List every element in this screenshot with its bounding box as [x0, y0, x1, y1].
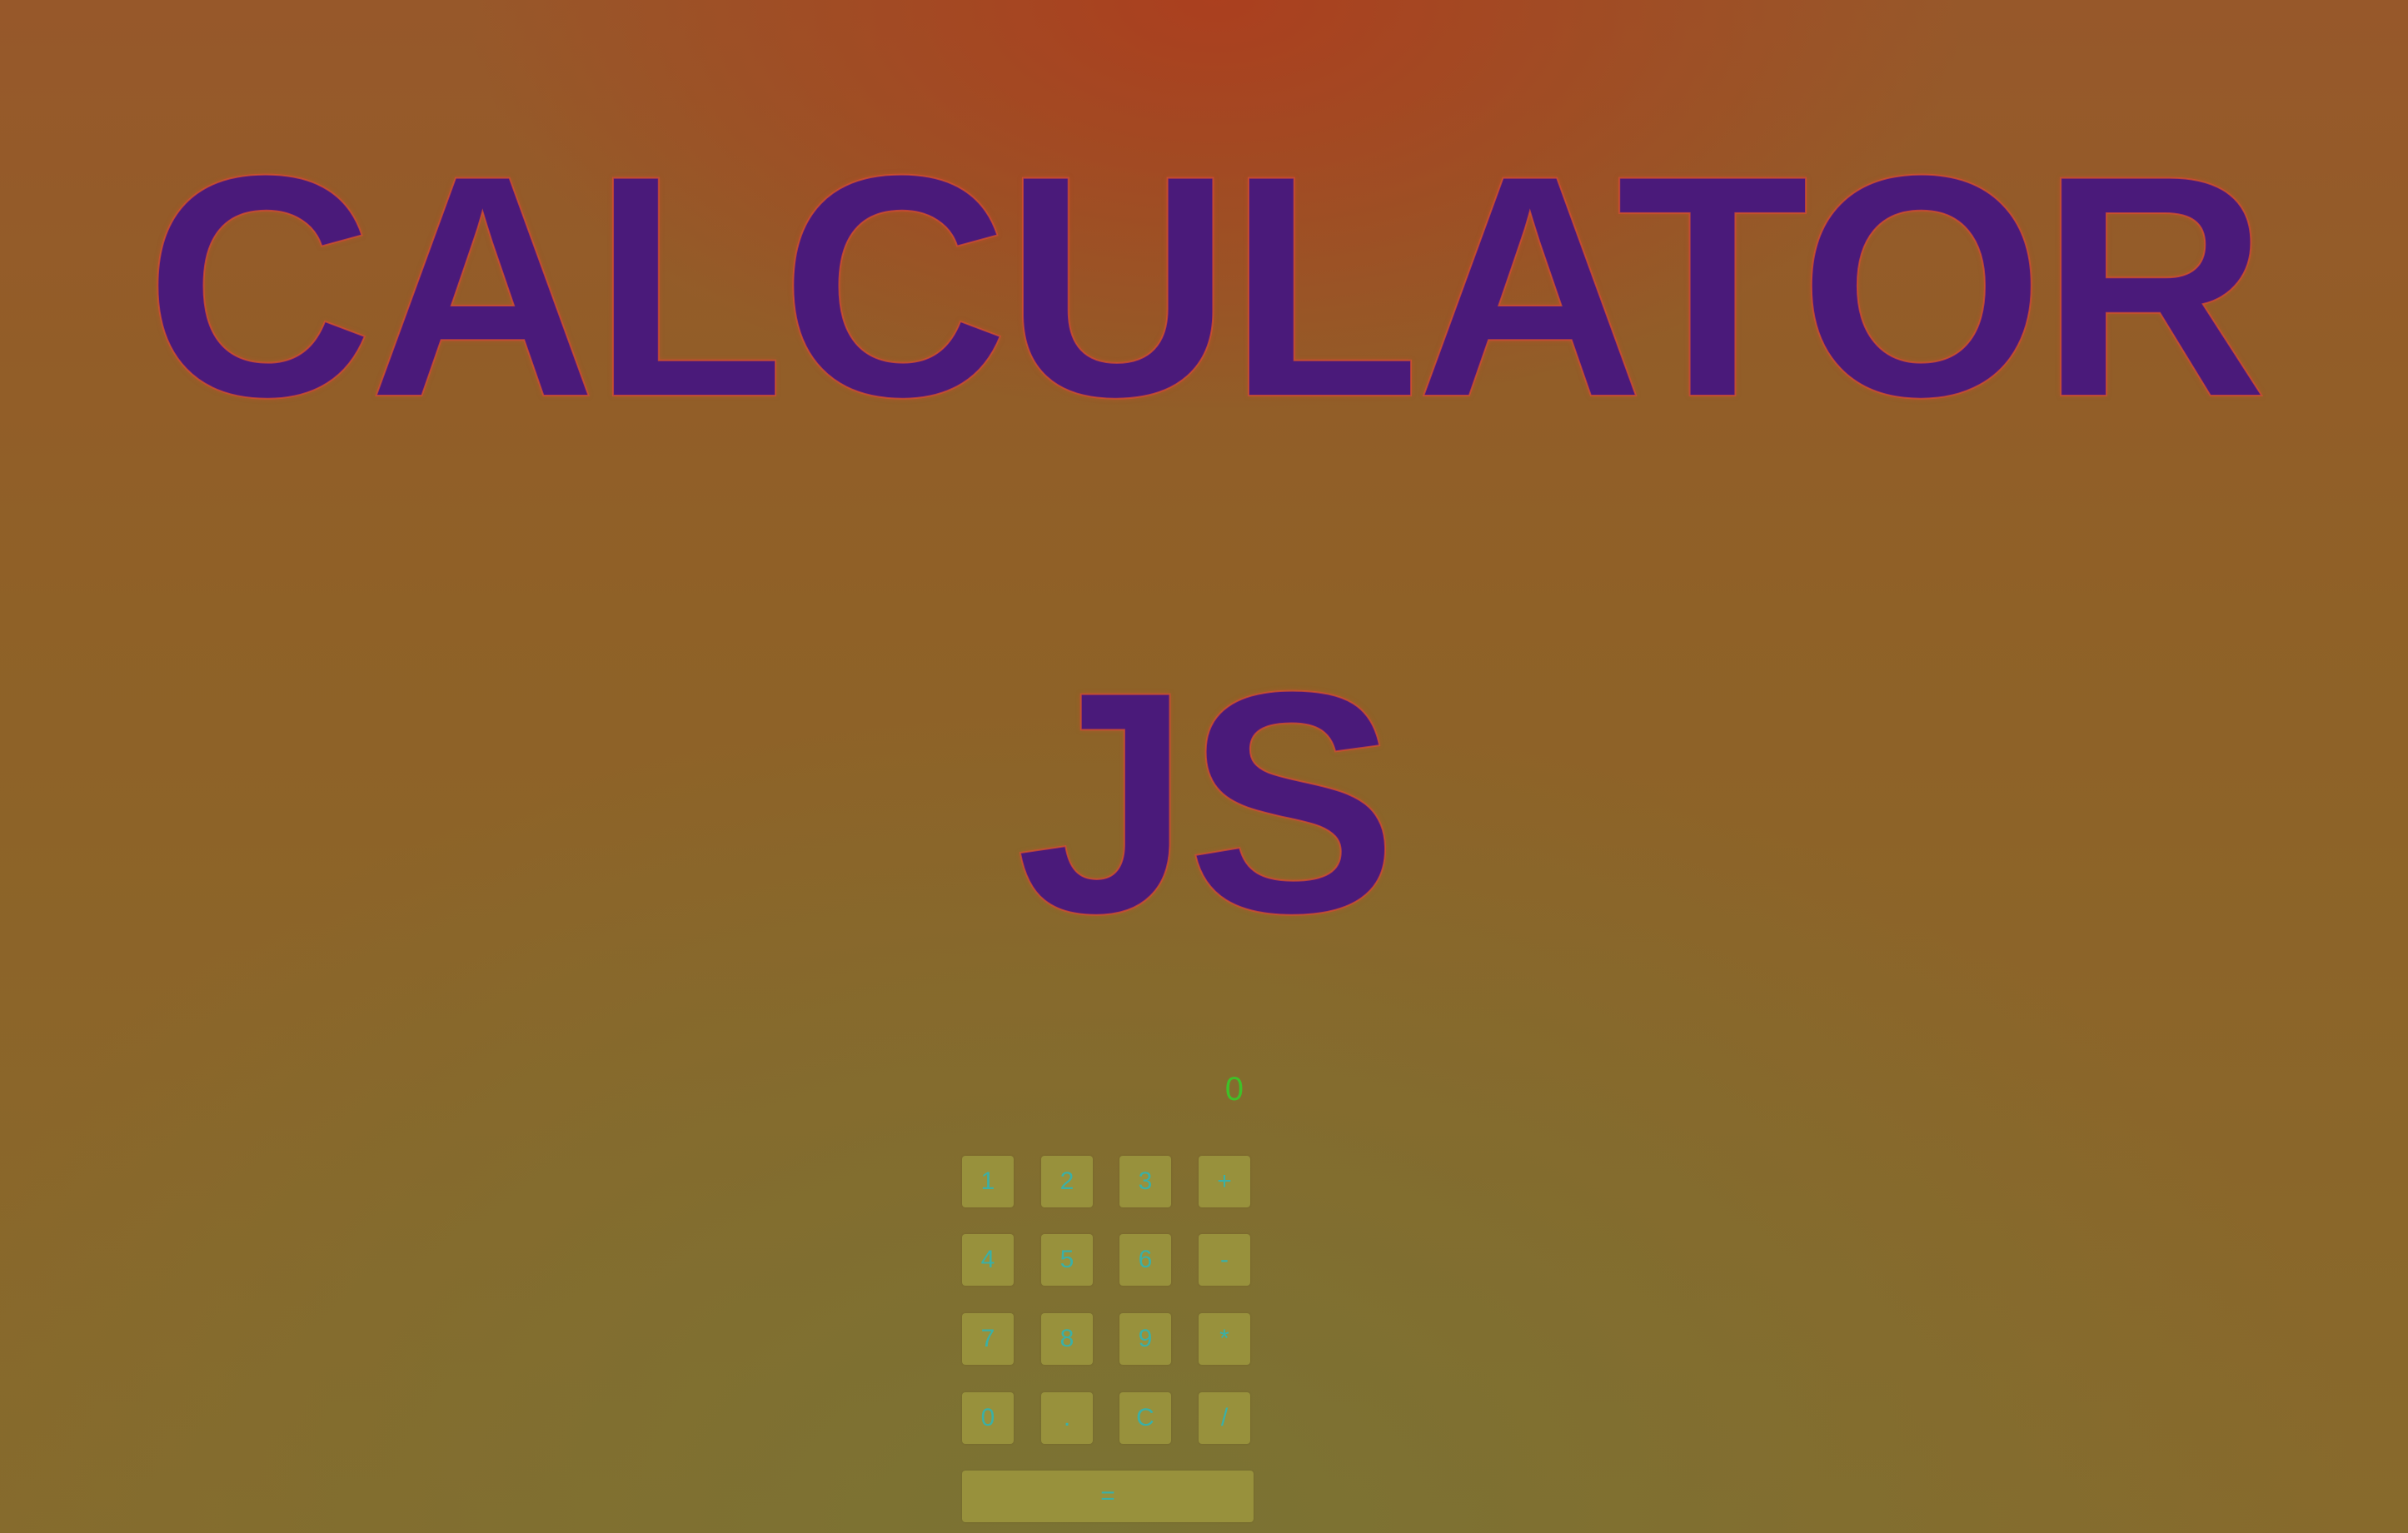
key-0-button[interactable]: 0: [962, 1392, 1014, 1444]
calculator-display: 0: [1224, 1071, 1244, 1107]
key-4-button[interactable]: 4: [962, 1234, 1014, 1286]
key-multiply-button[interactable]: *: [1199, 1313, 1250, 1365]
key-7-button[interactable]: 7: [962, 1313, 1014, 1365]
key-3-button[interactable]: 3: [1119, 1156, 1171, 1207]
key-5-button[interactable]: 5: [1041, 1234, 1093, 1286]
equals-button[interactable]: =: [962, 1471, 1254, 1522]
key-1-button[interactable]: 1: [962, 1156, 1014, 1207]
key-plus-button[interactable]: +: [1199, 1156, 1250, 1207]
page-title: CALCULATOR: [144, 109, 2269, 463]
key-divide-button[interactable]: /: [1199, 1392, 1250, 1444]
key-9-button[interactable]: 9: [1119, 1313, 1171, 1365]
key-6-button[interactable]: 6: [1119, 1234, 1171, 1286]
key-8-button[interactable]: 8: [1041, 1313, 1093, 1365]
key-decimal-button[interactable]: .: [1041, 1392, 1093, 1444]
key-2-button[interactable]: 2: [1041, 1156, 1093, 1207]
key-clear-button[interactable]: C: [1119, 1392, 1171, 1444]
page-subtitle: JS: [1015, 625, 1398, 979]
key-minus-button[interactable]: -: [1199, 1234, 1250, 1286]
